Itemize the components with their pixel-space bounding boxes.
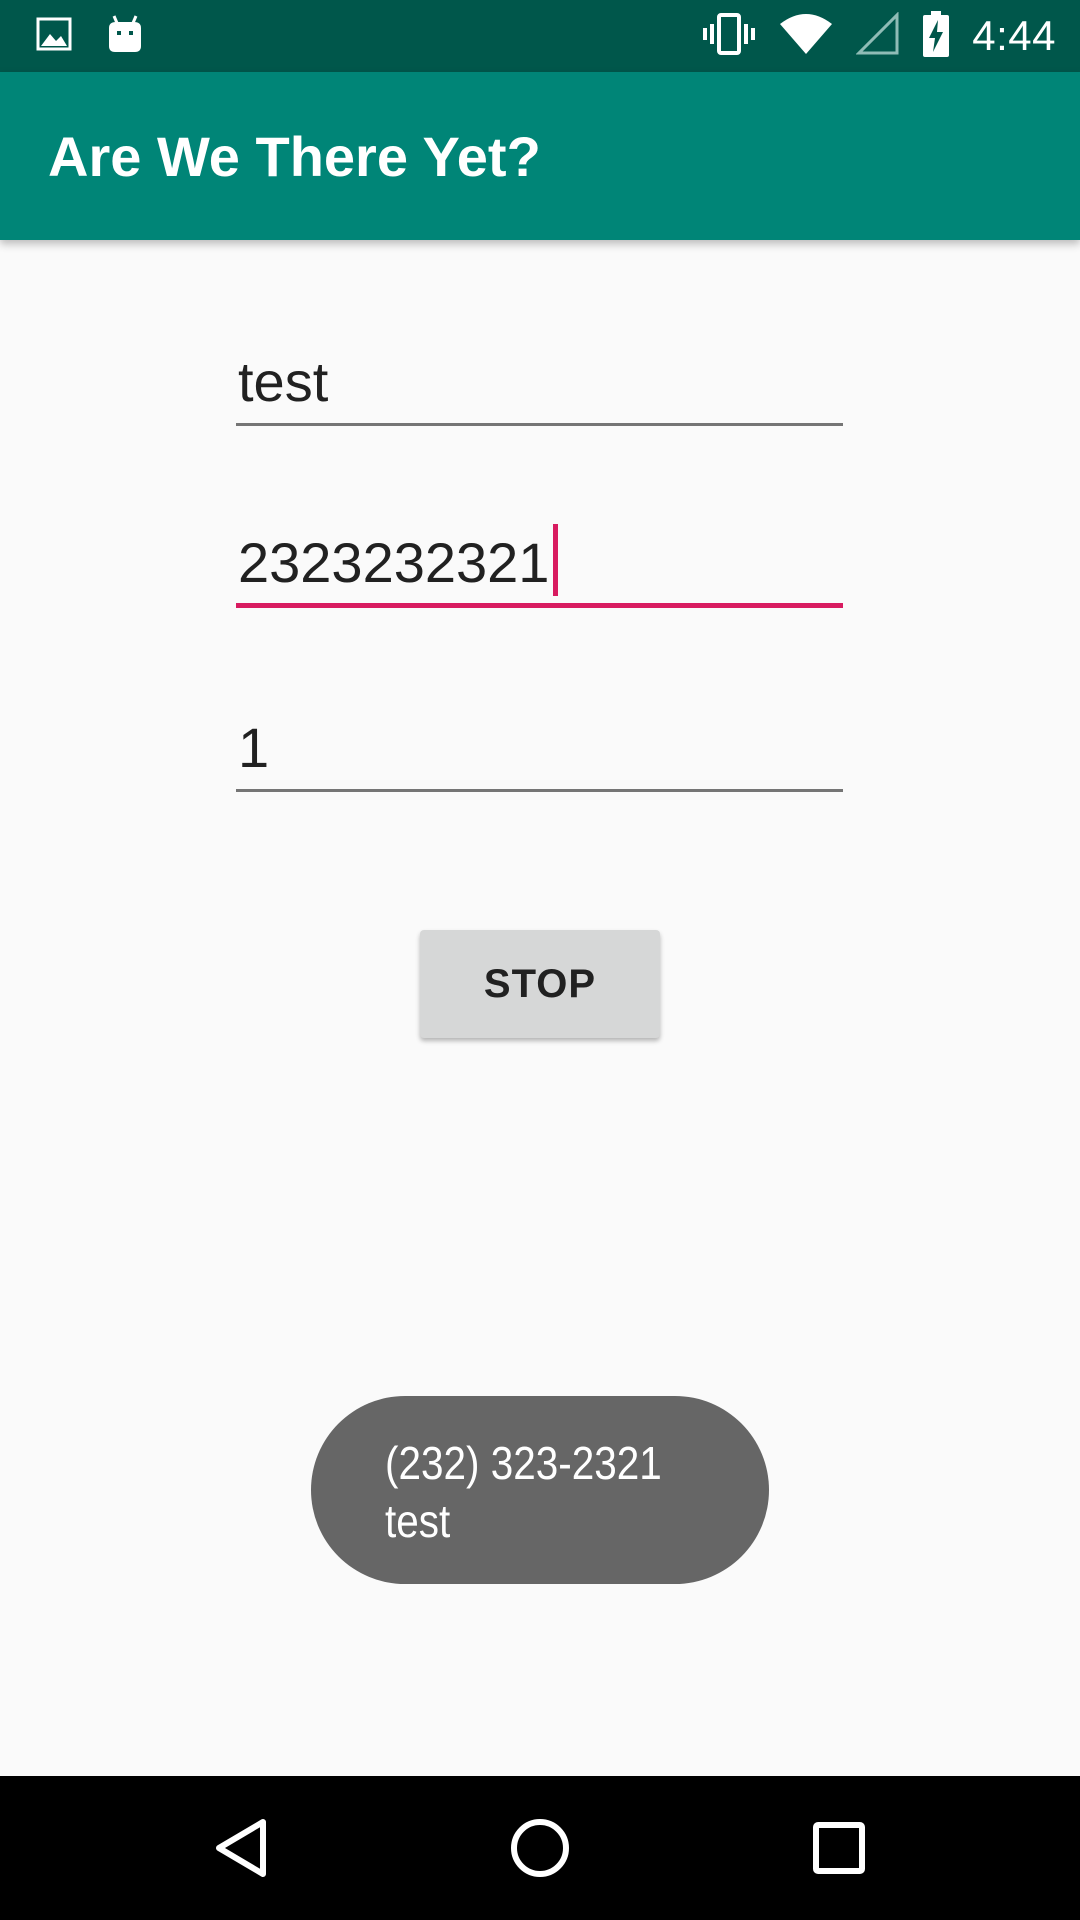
recents-icon[interactable] [803, 1812, 875, 1884]
vibrate-icon [702, 12, 756, 61]
back-icon[interactable] [205, 1812, 277, 1884]
phone-field[interactable]: 2323232321 [236, 524, 843, 608]
stop-button[interactable]: STOP [420, 930, 660, 1038]
interval-field-underline [236, 789, 843, 792]
phone-field-value-wrap: 2323232321 [238, 524, 559, 596]
battery-charging-icon [922, 10, 950, 62]
wifi-icon [778, 12, 834, 61]
app-title: Are We There Yet? [48, 125, 541, 188]
app-bar: Are We There Yet? [0, 72, 1080, 240]
phone-field-value: 2323232321 [238, 531, 550, 594]
name-field[interactable]: test [236, 346, 843, 426]
cell-signal-icon [855, 10, 900, 61]
android-icon [106, 14, 144, 59]
navigation-bar [0, 1776, 1080, 1920]
toast: (232) 323-2321 test [311, 1396, 769, 1584]
interval-field-value: 1 [238, 716, 270, 779]
image-icon [36, 16, 72, 57]
text-cursor [553, 524, 559, 596]
home-icon[interactable] [504, 1812, 576, 1884]
screen: 4:44 Are We There Yet? test 2323232321 1… [0, 0, 1080, 1920]
status-clock: 4:44 [972, 12, 1056, 59]
phone-field-underline [236, 603, 843, 608]
name-field-underline [236, 423, 843, 426]
interval-field[interactable]: 1 [236, 712, 843, 792]
toast-phone-text: (232) 323-2321 [385, 1437, 662, 1489]
name-field-value: test [238, 350, 329, 413]
status-bar: 4:44 [0, 0, 1080, 72]
toast-message-text: test [385, 1495, 451, 1547]
